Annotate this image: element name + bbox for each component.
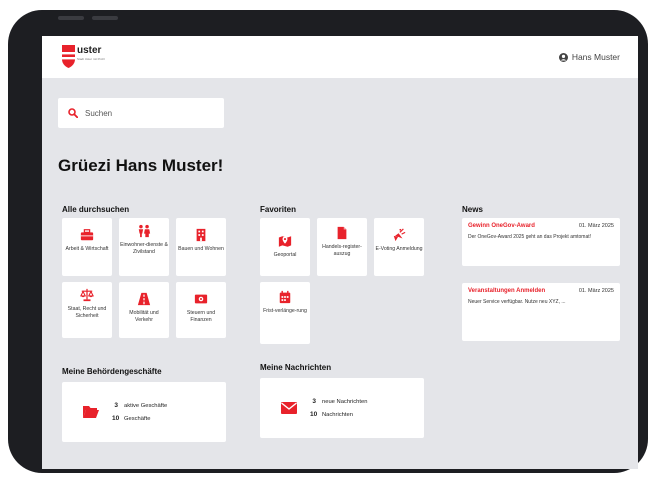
tile-label: Arbeit & Wirtschaft — [65, 246, 109, 252]
briefcase-icon — [80, 229, 94, 241]
stat-label: Geschäfte — [124, 416, 151, 422]
stat-number: 3 — [312, 398, 316, 405]
tile-label: Frist-verlänge-rung — [263, 308, 307, 314]
favorites-title: Favoriten — [260, 205, 297, 214]
tile-geoportal[interactable]: Geoportal — [260, 218, 310, 276]
tile-fristverlaengerung[interactable]: Frist-verlänge-rung — [260, 282, 310, 344]
ballot-icon — [393, 228, 406, 242]
stat-number: 10 — [112, 415, 120, 422]
tile-label: Steuern und Finanzen — [186, 310, 216, 323]
tile-bauen-wohnen[interactable]: Bauen und Wohnen — [176, 218, 226, 276]
tile-einwohnerdienste[interactable]: Einwohner-dienste & Zivilstand — [119, 218, 169, 276]
active-business-count: 3 aktive Geschäfte — [112, 402, 167, 409]
total-business-count: 10 Geschäfte — [112, 415, 150, 422]
logo-name: uster — [77, 45, 102, 56]
tile-staat-recht[interactable]: Staat, Recht und Sicherheit — [62, 282, 112, 338]
news-item-date: 01. März 2025 — [578, 223, 614, 229]
tablet-button — [92, 16, 118, 20]
messages-card[interactable]: 3 neue Nachrichten 10 Nachrichten — [260, 378, 424, 438]
services-title: Alle durchsuchen — [62, 205, 130, 214]
user-name: Hans Muster — [571, 52, 620, 62]
page-title: Grüezi Hans Muster! — [58, 156, 224, 175]
stat-number: 3 — [114, 402, 118, 409]
search-icon — [68, 108, 78, 118]
user-avatar-icon — [558, 52, 568, 62]
document-icon — [337, 226, 347, 240]
folder-icon — [83, 406, 99, 418]
new-messages-count: 3 neue Nachrichten — [310, 398, 367, 405]
top-bar: uster Stadt Uster mit Profil Hans Muster — [42, 36, 638, 78]
map-pin-icon — [278, 236, 292, 247]
news-item-title: Veranstaltungen Anmelden — [468, 288, 546, 294]
building-icon — [196, 228, 206, 242]
tile-label: Handels-register-auszug — [322, 244, 362, 257]
people-icon — [138, 224, 151, 238]
tile-mobilitaet-verkehr[interactable]: Mobilität und Verkehr — [119, 282, 169, 338]
tile-label: Staat, Recht und Sicherheit — [67, 306, 107, 319]
logo-tagline: Stadt Uster mit Profil — [77, 57, 105, 61]
tile-steuern-finanzen[interactable]: Steuern und Finanzen — [176, 282, 226, 338]
tile-label: Geoportal — [273, 252, 297, 258]
business-title: Meine Behördengeschäfte — [62, 367, 162, 376]
stat-label: aktive Geschäfte — [124, 403, 168, 409]
calendar-icon — [279, 290, 291, 304]
tablet-button — [58, 16, 84, 20]
app-screen: uster Stadt Uster mit Profil Hans Muster… — [42, 36, 638, 469]
user-menu[interactable]: Hans Muster — [558, 52, 620, 62]
stat-label: Nachrichten — [322, 412, 353, 418]
tile-e-voting[interactable]: E-Voting Anmeldung — [374, 218, 424, 276]
news-item-title: Gewinn OneGov-Award — [468, 223, 535, 229]
envelope-icon — [281, 402, 297, 414]
news-item-text: Der OneGov-Award 2025 geht an das Projek… — [468, 234, 592, 240]
tile-label: Bauen und Wohnen — [178, 246, 224, 252]
tile-label: E-Voting Anmeldung — [375, 246, 423, 252]
tile-handelsregisterauszug[interactable]: Handels-register-auszug — [317, 218, 367, 276]
search-box[interactable] — [58, 98, 224, 128]
tile-label: Mobilität und Verkehr — [129, 310, 159, 323]
news-title: News — [462, 205, 483, 214]
news-item-date: 01. März 2025 — [578, 288, 614, 294]
stat-label: neue Nachrichten — [322, 399, 368, 405]
tile-label: Einwohner-dienste & Zivilstand — [120, 242, 168, 255]
logo-shield-icon — [62, 45, 75, 68]
news-item-text: Neuer Service verfügbar. Nutze neu XYZ, … — [468, 299, 566, 305]
road-icon — [137, 292, 151, 306]
business-card[interactable]: 3 aktive Geschäfte 10 Geschäfte — [62, 382, 226, 442]
tile-arbeit-wirtschaft[interactable]: Arbeit & Wirtschaft — [62, 218, 112, 276]
messages-title: Meine Nachrichten — [260, 363, 332, 372]
search-input[interactable] — [85, 108, 205, 118]
stat-number: 10 — [310, 411, 318, 418]
total-messages-count: 10 Nachrichten — [310, 411, 353, 418]
tablet-frame: uster Stadt Uster mit Profil Hans Muster… — [8, 10, 648, 473]
news-card[interactable]: Gewinn OneGov-Award 01. März 2025 Der On… — [462, 218, 620, 266]
money-icon — [194, 294, 208, 304]
scales-icon — [80, 288, 94, 302]
news-card[interactable]: Veranstaltungen Anmelden 01. März 2025 N… — [462, 283, 620, 341]
